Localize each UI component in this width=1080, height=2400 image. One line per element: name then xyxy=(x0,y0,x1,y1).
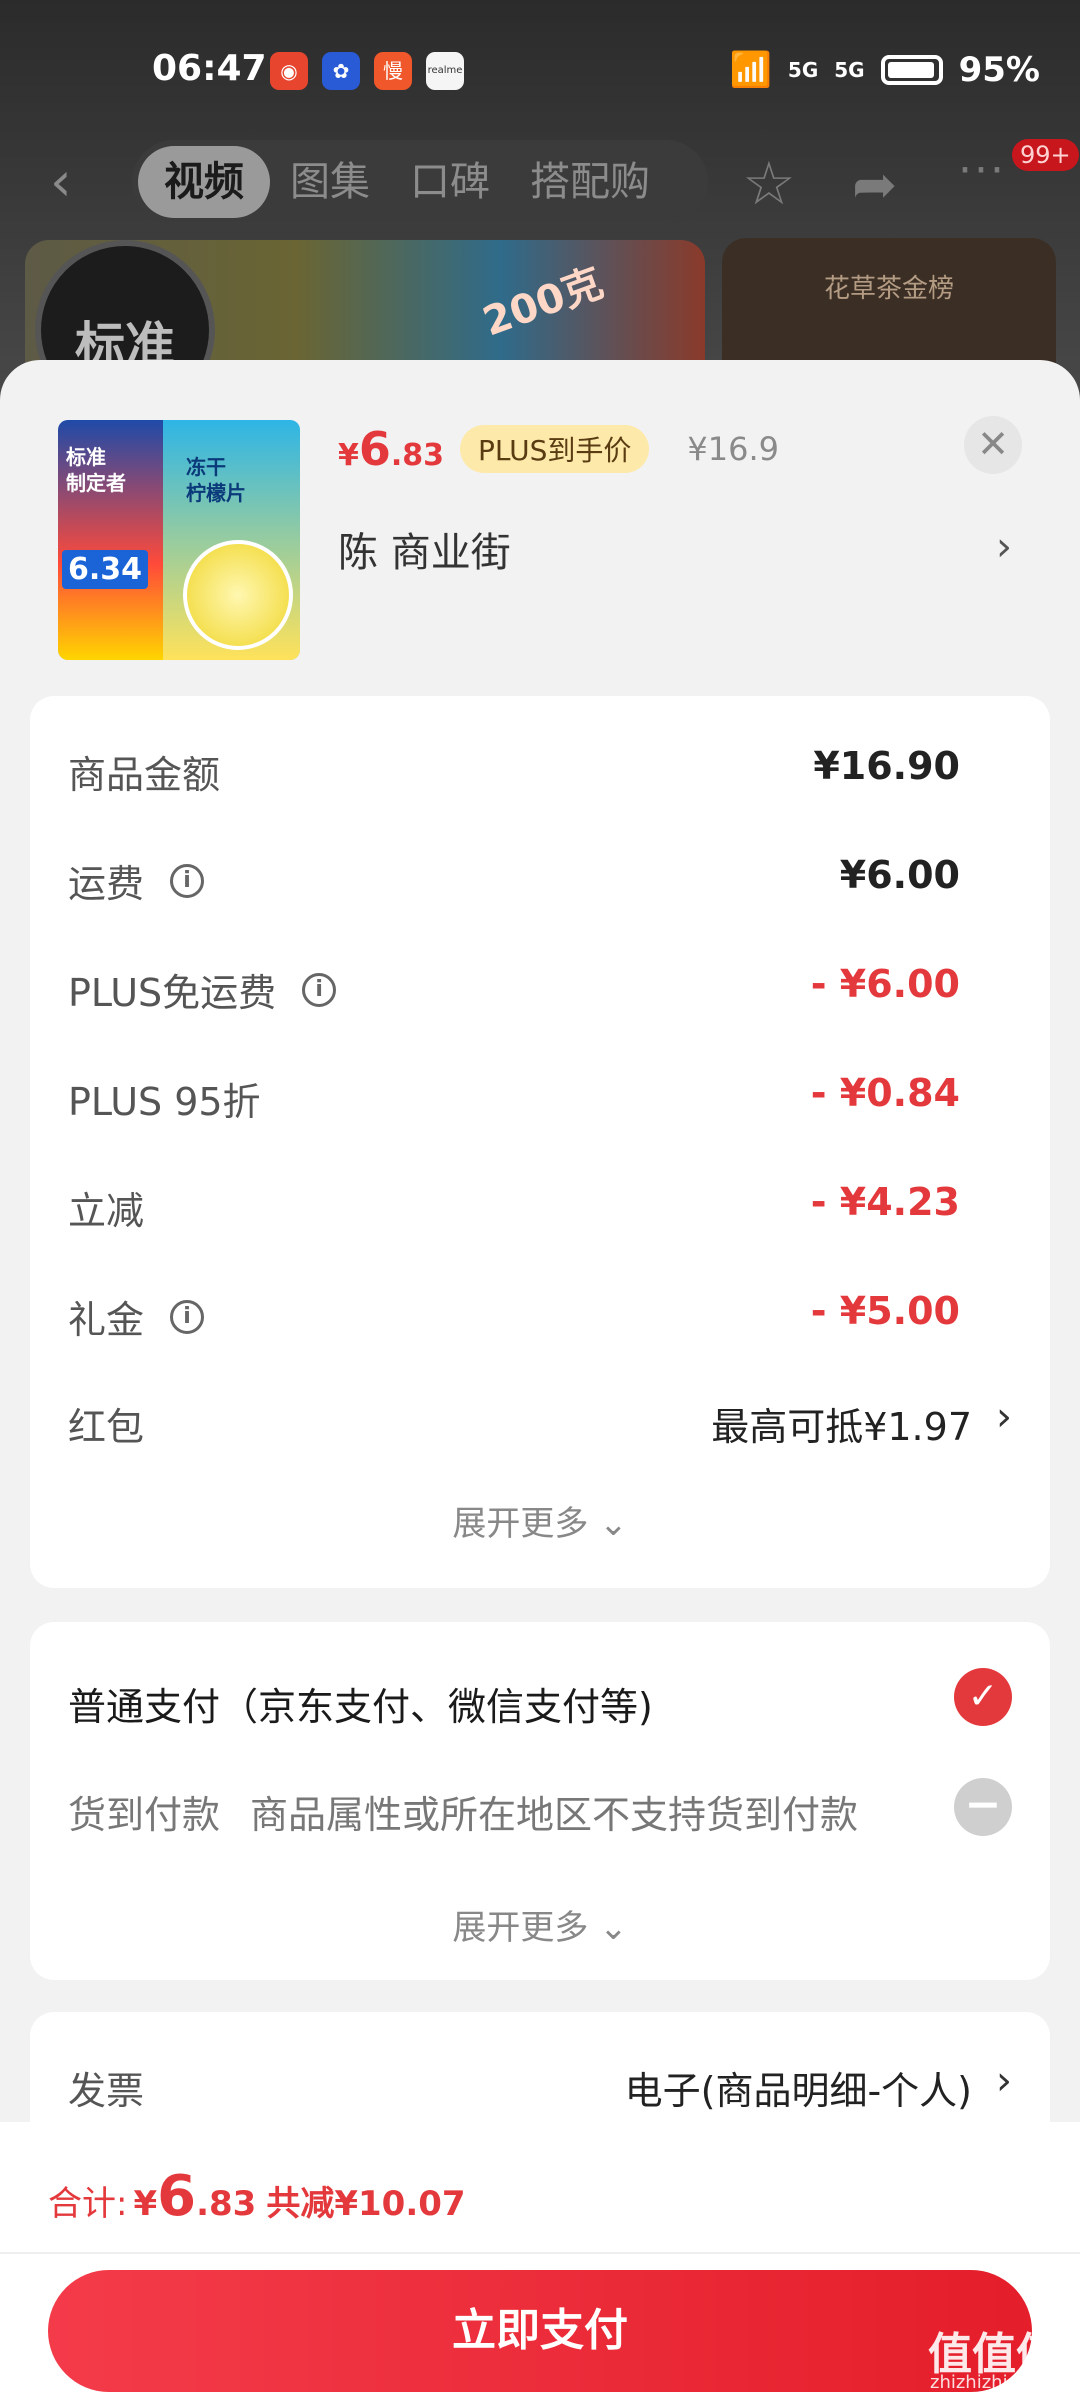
status-indicators: 📶 5G 5G 95% xyxy=(730,50,1040,90)
product-header: 标准 制定者 冻干 柠檬片 6.34 ¥6.83 PLUS到手价 ¥16.9 ✕… xyxy=(0,360,1080,690)
realme-icon: realme xyxy=(426,52,464,90)
top-navigation: ‹ 视频 图集 口碑 搭配购 ☆ ➦ ··· 99+ xyxy=(0,135,1080,235)
signal-icon-1: 5G xyxy=(787,58,819,82)
row-label-wrap: PLUS免运费 i xyxy=(68,962,337,1017)
price-breakdown-card: 商品金额 ¥16.90 运费 i ¥6.00 PLUS免运费 i - ¥6.00 P… xyxy=(30,696,1050,1588)
row-label: 立减 xyxy=(68,1189,145,1233)
total-label: 合计: xyxy=(48,2184,128,2224)
row-label: 红包 xyxy=(68,1405,145,1449)
status-app-icons: ◉ ✿ 慢 realme xyxy=(270,52,464,90)
disabled-minus-icon: − xyxy=(954,1778,1012,1836)
status-bar: 06:47 ◉ ✿ 慢 realme 📶 5G 5G 95% xyxy=(0,0,1080,130)
payment-normal-label[interactable]: 普通支付（京东支付、微信支付等) xyxy=(68,1676,653,1731)
row-invoice: 发票 电子(商品明细-个人) › xyxy=(68,2042,1012,2122)
total-integer: 6 xyxy=(157,2164,197,2229)
info-icon[interactable]: i xyxy=(302,972,337,1007)
checkout-sheet: 标准 制定者 冻干 柠檬片 6.34 ¥6.83 PLUS到手价 ¥16.9 ✕… xyxy=(0,360,1080,2400)
expand-more-button[interactable]: 展开更多 ⌄ xyxy=(30,1900,1050,1949)
signal-icon-2: 5G xyxy=(834,58,865,82)
invoice-label: 发票 xyxy=(68,2069,145,2113)
close-button[interactable]: ✕ xyxy=(964,416,1022,474)
chevron-right-icon: › xyxy=(996,1394,1012,1440)
wifi-icon: 📶 xyxy=(729,50,772,90)
row-label: PLUS免运费 xyxy=(68,971,277,1015)
row-shipping: 运费 i ¥6.00 xyxy=(68,835,1012,915)
product-image-text-left: 标准 制定者 xyxy=(66,445,126,495)
media-tabs: 视频 图集 口碑 搭配购 xyxy=(132,140,708,224)
battery-icon xyxy=(880,55,943,85)
expand-more-button[interactable]: 展开更多 ⌄ xyxy=(30,1496,1050,1545)
row-value: - ¥4.23 xyxy=(810,1180,960,1224)
row-value: - ¥6.00 xyxy=(810,962,960,1006)
more-dots-icon[interactable]: ··· xyxy=(958,145,1006,196)
total-discount: 共减¥10.07 xyxy=(266,2184,466,2224)
row-label: PLUS 95折 xyxy=(68,1080,261,1124)
footer-divider xyxy=(0,2252,1080,2254)
banner-stamp: 200克 xyxy=(477,260,610,346)
row-red-packet[interactable]: 红包 最高可抵¥1.97 › xyxy=(68,1378,1012,1458)
lemon-slice xyxy=(183,540,293,650)
tab-bundle[interactable]: 搭配购 xyxy=(510,146,670,218)
total-row: 合计: ¥6.83 共减¥10.07 xyxy=(48,2164,466,2229)
checkout-footer: 合计: ¥6.83 共减¥10.07 立即支付 xyxy=(0,2122,1080,2400)
invoice-value: 电子(商品明细-个人) xyxy=(624,2069,972,2113)
row-goods-amount: 商品金额 ¥16.90 xyxy=(68,726,1012,806)
battery-percent: 95% xyxy=(958,50,1040,90)
product-image-text-right: 冻干 柠檬片 xyxy=(186,455,246,505)
tab-gallery[interactable]: 图集 xyxy=(270,146,390,218)
row-value: - ¥5.00 xyxy=(810,1289,960,1333)
row-plus-discount: PLUS 95折 - ¥0.84 xyxy=(68,1053,1012,1133)
price-symbol: ¥ xyxy=(338,438,359,473)
row-label-wrap: 运费 i xyxy=(68,853,205,908)
chevron-right-icon: › xyxy=(996,2058,1012,2104)
row-instant-reduction: 立减 - ¥4.23 xyxy=(68,1162,1012,1242)
status-time: 06:47 xyxy=(152,48,267,89)
row-value: ¥6.00 xyxy=(839,853,960,897)
price-row: ¥6.83 PLUS到手价 ¥16.9 xyxy=(338,422,779,476)
checkmark-icon[interactable]: ✓ xyxy=(954,1668,1012,1726)
original-price: ¥16.9 xyxy=(687,430,780,468)
total-price: ¥6.83 xyxy=(133,2164,256,2229)
row-label-wrap: 礼金 i xyxy=(68,1289,205,1344)
row-plus-free-shipping: PLUS免运费 i - ¥6.00 xyxy=(68,944,1012,1024)
product-image-price: 6.34 xyxy=(62,550,149,589)
final-price: ¥6.83 xyxy=(338,422,444,476)
pay-now-button[interactable]: 立即支付 xyxy=(48,2270,1032,2392)
slow-app-icon: 慢 xyxy=(374,52,412,90)
row-label: 礼金 xyxy=(68,1298,145,1342)
back-chevron-icon[interactable]: ‹ xyxy=(50,155,100,209)
total-symbol: ¥ xyxy=(133,2184,158,2224)
row-gift-money: 礼金 i - ¥5.00 xyxy=(68,1271,1012,1351)
product-image: 标准 制定者 冻干 柠檬片 6.34 xyxy=(58,420,300,660)
app-notification-icon: ◉ xyxy=(270,52,308,90)
row-label: 商品金额 xyxy=(68,753,221,797)
store-row[interactable]: 陈 商业街 › xyxy=(338,520,1018,580)
baidu-icon: ✿ xyxy=(322,52,360,90)
ranking-banner-title: 花草茶金榜 xyxy=(823,274,954,304)
info-icon[interactable]: i xyxy=(170,1299,205,1334)
favorite-star-icon[interactable]: ☆ xyxy=(742,149,796,219)
row-label: 运费 xyxy=(68,862,145,906)
cod-note: 商品属性或所在地区不支持货到付款 xyxy=(250,1793,859,1837)
message-badge: 99+ xyxy=(1012,139,1079,171)
cod-title: 货到付款 xyxy=(68,1793,221,1837)
share-icon[interactable]: ➦ xyxy=(852,153,897,216)
total-decimal: .83 xyxy=(196,2184,257,2224)
row-value: - ¥0.84 xyxy=(810,1071,960,1115)
chevron-right-icon: › xyxy=(996,524,1012,570)
price-integer: 6 xyxy=(358,422,391,476)
payment-method-card: 普通支付（京东支付、微信支付等) ✓ 货到付款 商品属性或所在地区不支持货到付款 … xyxy=(30,1622,1050,1980)
row-value: 最高可抵¥1.97 xyxy=(711,1405,972,1449)
store-name: 陈 商业街 xyxy=(338,530,511,576)
price-decimal: .83 xyxy=(390,438,445,473)
watermark-url: zhizhizhi.com xyxy=(930,2372,1052,2393)
plus-price-tag: PLUS到手价 xyxy=(460,425,650,473)
payment-cod-label: 货到付款 商品属性或所在地区不支持货到付款 xyxy=(68,1784,858,1839)
tab-video[interactable]: 视频 xyxy=(138,146,270,218)
tab-reviews[interactable]: 口碑 xyxy=(390,146,510,218)
info-icon[interactable]: i xyxy=(170,863,205,898)
row-value: ¥16.90 xyxy=(813,744,960,788)
background-page: 06:47 ◉ ✿ 慢 realme 📶 5G 5G 95% ‹ 视频 图集 口… xyxy=(0,0,1080,420)
